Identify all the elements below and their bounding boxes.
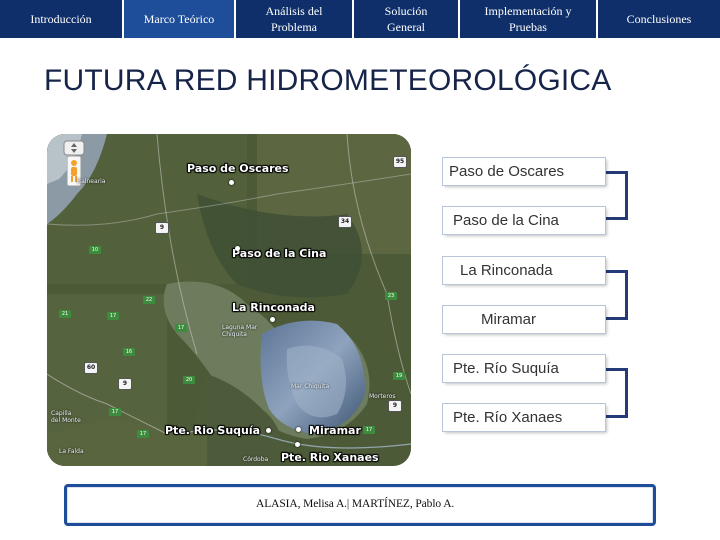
map-label-paso-de-oscares: Paso de Oscares <box>187 162 289 175</box>
map-label-miramar: Miramar <box>309 424 361 437</box>
station-label: Paso de Oscares <box>449 163 565 180</box>
tab-label: Marco Teórico <box>143 12 215 26</box>
station-label: Miramar <box>481 311 536 328</box>
green-route-badge: 17 <box>175 324 187 332</box>
tab-label: Implementación y Pruebas <box>484 4 572 34</box>
tab-introduccion[interactable]: Introducción <box>0 0 122 38</box>
map-marker-paso-de-oscares[interactable] <box>229 180 234 185</box>
map-marker-paso-de-la-cina[interactable] <box>235 246 240 251</box>
station-label: Pte. Río Suquía <box>453 360 559 377</box>
route-badge: 60 <box>84 362 98 374</box>
map-place-label: Morteros <box>369 393 396 400</box>
tab-marco-teorico[interactable]: Marco Teórico <box>124 0 234 38</box>
satellite-map[interactable]: 9 60 9 34 95 9 22 17 17 21 16 17 20 23 1… <box>47 134 411 466</box>
map-place-label: Córdoba <box>243 456 269 463</box>
map-place-label: La Falda <box>59 448 84 455</box>
route-badge: 9 <box>155 222 169 234</box>
route-badge: 9 <box>388 400 402 412</box>
route-badge: 95 <box>393 156 407 168</box>
tab-solucion-general[interactable]: Solución General <box>354 0 458 38</box>
tab-analisis-del-problema[interactable]: Análisis del Problema <box>236 0 352 38</box>
tab-label: Análisis del Problema <box>265 4 323 34</box>
green-route-badge: 17 <box>107 312 119 320</box>
station-label: Paso de la Cina <box>453 212 559 229</box>
tab-label: Solución General <box>384 4 428 34</box>
station-paso-de-la-cina[interactable]: Paso de la Cina <box>443 207 605 234</box>
map-place-label: Laguna Mar Chiquita <box>222 324 258 338</box>
map-label-paso-de-la-cina: Paso de la Cina <box>232 247 327 260</box>
green-route-badge: 16 <box>123 348 135 356</box>
route-badge: 34 <box>338 216 352 228</box>
map-marker-miramar[interactable] <box>296 427 301 432</box>
tab-label: Conclusiones <box>626 12 692 26</box>
station-label: Pte. Río Xanaes <box>453 409 563 426</box>
green-route-badge: 23 <box>385 292 397 300</box>
green-route-badge: 17 <box>137 430 149 438</box>
green-route-badge: 21 <box>59 310 71 318</box>
footer-authors: ALASIA, Melisa A.| MARTÍNEZ, Pablo A. <box>256 498 455 510</box>
map-label-pte-rio-xanaes: Pte. Rio Xanaes <box>281 451 379 464</box>
map-place-label: Mar Chiquita <box>291 383 330 390</box>
route-badge: 9 <box>118 378 132 390</box>
green-route-badge: 22 <box>143 296 155 304</box>
station-miramar[interactable]: Miramar <box>443 306 605 333</box>
station-pte-rio-suquia[interactable]: Pte. Río Suquía <box>443 355 605 382</box>
map-label-la-rinconada: La Rinconada <box>232 301 315 314</box>
map-label-pte-rio-suquia: Pte. Rio Suquía <box>165 424 261 437</box>
station-paso-de-oscares[interactable]: Paso de Oscares <box>443 158 605 185</box>
green-route-badge: 19 <box>393 372 405 380</box>
tab-implementacion-y-pruebas[interactable]: Implementación y Pruebas <box>460 0 596 38</box>
green-route-badge: 17 <box>363 426 375 434</box>
green-route-badge: 10 <box>89 246 101 254</box>
tab-conclusiones[interactable]: Conclusiones <box>598 0 720 38</box>
map-marker-pte-rio-suquia[interactable] <box>266 428 271 433</box>
green-route-badge: 17 <box>109 408 121 416</box>
map-pan-control-icon[interactable] <box>63 140 85 156</box>
tab-label: Introducción <box>30 12 92 26</box>
map-place-label: Capilla del Monte <box>51 410 81 424</box>
station-pte-rio-xanaes[interactable]: Pte. Río Xanaes <box>443 404 605 431</box>
map-marker-pte-rio-xanaes[interactable] <box>295 442 300 447</box>
station-la-rinconada[interactable]: La Rinconada <box>443 257 605 284</box>
station-label: La Rinconada <box>460 262 553 279</box>
map-place-label: Balnearia <box>77 178 106 185</box>
green-route-badge: 20 <box>183 376 195 384</box>
map-marker-la-rinconada[interactable] <box>270 317 275 322</box>
page-title: FUTURA RED HIDROMETEOROLÓGICA <box>44 64 612 97</box>
